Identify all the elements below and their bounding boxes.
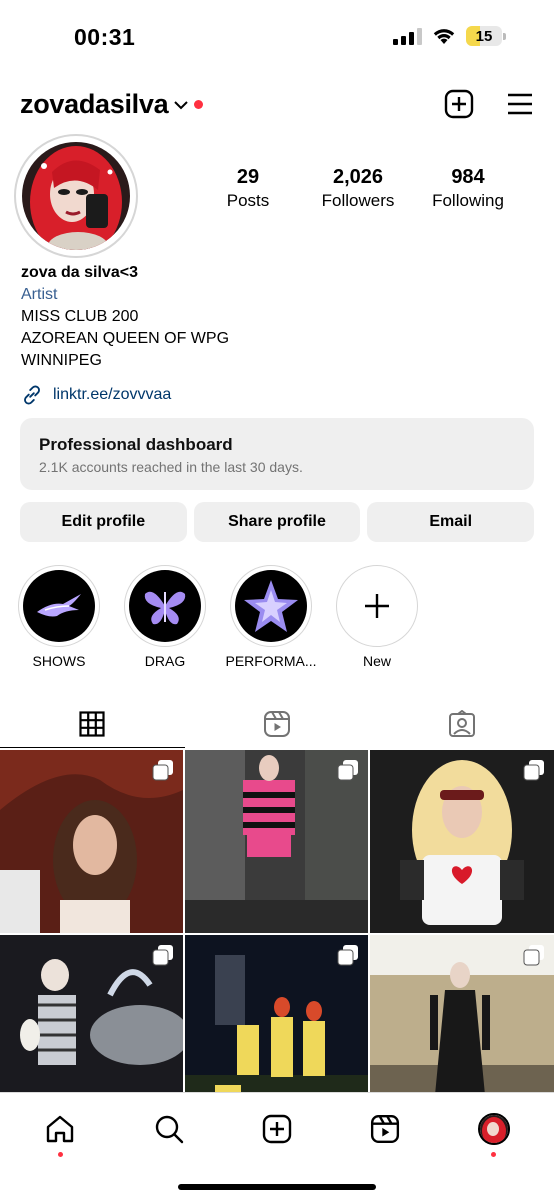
stat-following[interactable]: 984 Following bbox=[428, 166, 508, 211]
notification-dot bbox=[491, 1152, 497, 1157]
nav-reels[interactable] bbox=[355, 1109, 415, 1149]
home-indicator bbox=[178, 1184, 376, 1190]
create-icon bbox=[262, 1114, 292, 1144]
post-thumbnail[interactable] bbox=[0, 750, 183, 933]
highlight-label: New bbox=[362, 653, 391, 669]
chrome-wing-icon bbox=[37, 594, 81, 617]
tagged-icon bbox=[448, 710, 475, 737]
nav-create[interactable] bbox=[247, 1109, 307, 1149]
stat-label: Posts bbox=[226, 191, 270, 210]
highlight-label: DRAG bbox=[144, 653, 186, 669]
tab-posts-grid[interactable] bbox=[0, 700, 185, 748]
menu-icon[interactable] bbox=[506, 92, 534, 116]
link-icon bbox=[24, 385, 40, 405]
avatar-photo bbox=[22, 142, 130, 250]
post-thumbnail[interactable] bbox=[0, 935, 183, 1118]
chrome-butterfly-icon bbox=[144, 591, 186, 625]
carousel-icon bbox=[152, 760, 173, 781]
post-thumbnail[interactable] bbox=[185, 750, 368, 933]
dashboard-subtitle: 2.1K accounts reached in the last 30 day… bbox=[39, 459, 303, 475]
status-time: 00:31 bbox=[74, 24, 136, 50]
stat-posts[interactable]: 29 Posts bbox=[208, 166, 288, 211]
profile-category: Artist bbox=[21, 286, 58, 303]
post-thumbnail[interactable] bbox=[370, 935, 554, 1118]
carousel-icon bbox=[337, 760, 358, 781]
profile-header: zovadasilva bbox=[20, 82, 534, 126]
profile-tabs bbox=[0, 700, 554, 748]
highlight-shows[interactable]: SHOWS bbox=[18, 565, 100, 669]
stat-label: Followers bbox=[321, 191, 395, 210]
status-indicators: 15 bbox=[393, 26, 506, 46]
status-bar: 00:31 15 bbox=[0, 0, 554, 72]
profile-avatar[interactable] bbox=[14, 134, 138, 258]
battery-icon: 15 bbox=[466, 26, 506, 46]
signal-icon bbox=[393, 27, 422, 45]
stat-number: 29 bbox=[236, 166, 260, 188]
bottom-navigation bbox=[0, 1092, 554, 1200]
username-switcher[interactable]: zovadasilva bbox=[20, 89, 169, 120]
notification-dot bbox=[194, 99, 204, 109]
email-button[interactable]: Email bbox=[367, 502, 535, 542]
tab-tagged[interactable] bbox=[369, 700, 554, 748]
highlight-label: SHOWS bbox=[32, 653, 86, 669]
highlight-label: PERFORMA... bbox=[225, 653, 317, 669]
display-name: zova da silva<3 bbox=[21, 264, 138, 281]
profile-avatar bbox=[477, 1113, 510, 1145]
grid-icon bbox=[79, 711, 105, 737]
home-icon bbox=[46, 1115, 74, 1143]
bio-line: AZOREAN QUEEN OF WPG bbox=[21, 330, 230, 347]
stat-number: 2,026 bbox=[332, 166, 384, 188]
chrome-star-icon bbox=[244, 580, 298, 632]
chevron-down-icon[interactable] bbox=[174, 100, 189, 110]
carousel-icon bbox=[523, 760, 544, 781]
reels-icon bbox=[264, 711, 290, 737]
profile-actions: Edit profile Share profile Email bbox=[20, 502, 535, 542]
post-thumbnail[interactable] bbox=[185, 935, 368, 1118]
story-highlights: SHOWS DRAG PERFORMA... New bbox=[18, 565, 418, 669]
dashboard-title: Professional dashboard bbox=[39, 435, 233, 454]
professional-dashboard-card[interactable]: Professional dashboard 2.1K accounts rea… bbox=[20, 418, 534, 490]
bio-line: WINNIPEG bbox=[21, 352, 102, 369]
carousel-icon bbox=[337, 945, 358, 966]
nav-profile[interactable] bbox=[464, 1109, 524, 1157]
profile-link[interactable]: linktr.ee/zovvvaa bbox=[21, 384, 171, 406]
carousel-icon bbox=[152, 945, 173, 966]
wifi-icon bbox=[433, 29, 455, 44]
battery-level: 15 bbox=[475, 27, 493, 45]
posts-grid bbox=[0, 750, 554, 1118]
profile-bio: zova da silva<3 Artist MISS CLUB 200 AZO… bbox=[21, 262, 229, 372]
plus-icon bbox=[365, 594, 389, 618]
edit-profile-button[interactable]: Edit profile bbox=[20, 502, 187, 542]
share-profile-button[interactable]: Share profile bbox=[193, 502, 361, 542]
post-thumbnail[interactable] bbox=[370, 750, 554, 933]
profile-stats: 29 Posts 2,026 Followers 984 Following bbox=[208, 166, 508, 211]
search-icon bbox=[155, 1115, 183, 1144]
highlight-performances[interactable]: PERFORMA... bbox=[226, 565, 317, 669]
create-post-icon[interactable] bbox=[444, 89, 474, 119]
highlight-new[interactable]: New bbox=[336, 565, 418, 669]
reels-icon bbox=[371, 1114, 400, 1144]
highlight-drag[interactable]: DRAG bbox=[124, 565, 206, 669]
stat-label: Following bbox=[432, 191, 504, 210]
nav-search[interactable] bbox=[139, 1109, 199, 1149]
tab-reels[interactable] bbox=[185, 700, 370, 748]
stat-number: 984 bbox=[451, 166, 485, 188]
nav-home[interactable] bbox=[30, 1109, 90, 1157]
carousel-icon bbox=[523, 945, 544, 966]
stat-followers[interactable]: 2,026 Followers bbox=[318, 166, 398, 211]
link-text: linktr.ee/zovvvaa bbox=[53, 386, 172, 403]
bio-line: MISS CLUB 200 bbox=[21, 308, 139, 325]
notification-dot bbox=[57, 1152, 63, 1157]
